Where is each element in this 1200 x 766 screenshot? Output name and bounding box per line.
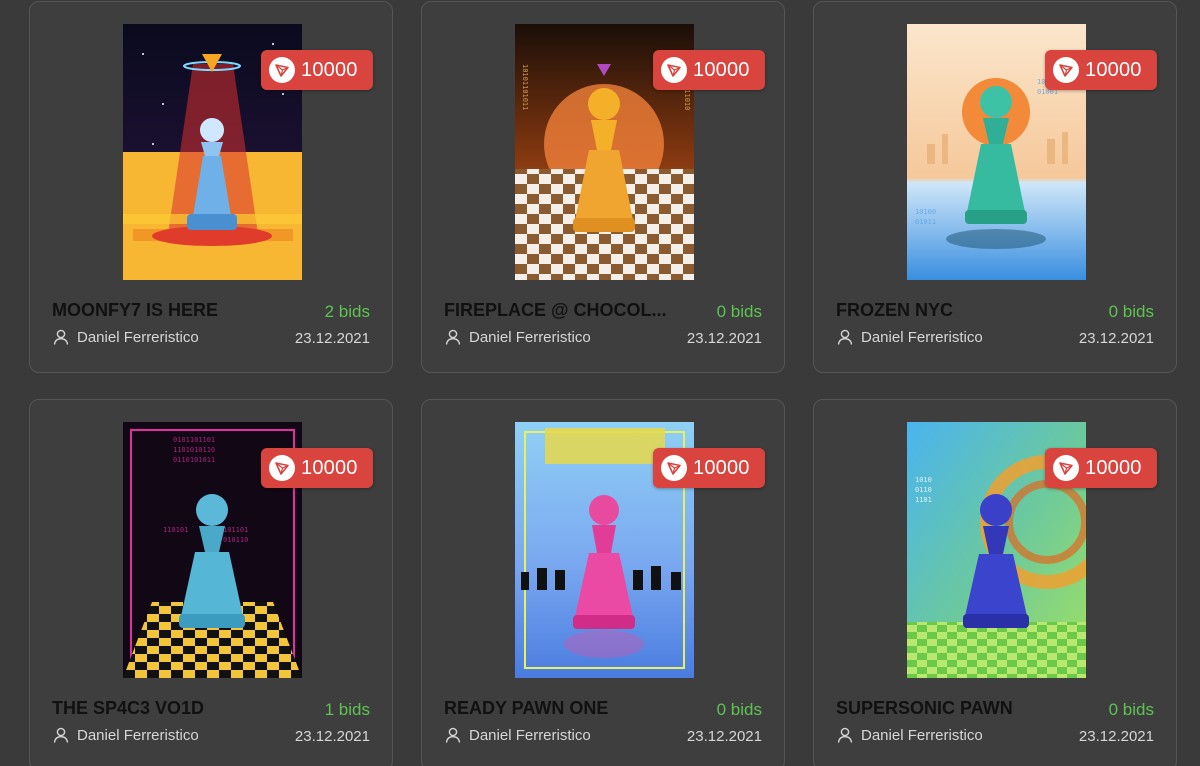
nft-card[interactable]: 1010 0110 1101 10000 SUPERSONIC PAWN 0 bid… [813,399,1177,766]
user-icon [53,329,69,345]
owner[interactable]: Daniel Ferreristico [52,328,199,346]
bids-count: 2 bids [324,302,370,321]
price-badge: 10000 [653,50,765,90]
svg-text:10101101011: 10101101011 [521,64,529,110]
bids-count: 0 bids [1108,302,1154,321]
price-badge: 10000 [653,448,765,488]
nft-title[interactable]: THE SP4C3 VO1D [52,698,292,719]
bids-count: 0 bids [1108,700,1154,719]
date: 23.12.2021 [1078,728,1154,745]
user-icon [445,329,461,345]
user-icon [837,329,853,345]
svg-text:010110: 010110 [223,536,248,544]
owner[interactable]: Daniel Ferreristico [52,726,199,744]
price-value: 10000 [693,456,750,479]
owner-name: Daniel Ferreristico [469,726,591,744]
bids-count: 0 bids [716,700,762,719]
date: 23.12.2021 [1078,330,1154,347]
nft-title[interactable]: READY PAWN ONE [444,698,684,719]
tron-icon [269,57,295,83]
price-badge: 10000 [261,448,373,488]
price-value: 10000 [301,456,358,479]
owner-name: Daniel Ferreristico [77,328,199,346]
bids-count: 1 bids [324,700,370,719]
tron-icon [1053,455,1079,481]
owner-name: Daniel Ferreristico [77,726,199,744]
owner-name: Daniel Ferreristico [861,328,983,346]
owner-name: Daniel Ferreristico [469,328,591,346]
nft-grid: 10000 MOONFY7 IS HERE 2 bids Daniel Ferr… [0,0,1200,766]
nft-title[interactable]: FROZEN NYC [836,300,1076,321]
owner[interactable]: Daniel Ferreristico [444,726,591,744]
nft-card[interactable]: 10000 READY PAWN ONE 0 bids Daniel Ferre… [421,399,785,766]
price-badge: 10000 [1045,448,1157,488]
price-value: 10000 [693,58,750,81]
svg-text:101101: 101101 [223,526,248,534]
svg-text:0110: 0110 [915,486,932,494]
nft-title[interactable]: MOONFY7 IS HERE [52,300,292,321]
nft-card[interactable]: 1010001011 1011001001 10000 FROZEN NYC 0… [813,1,1177,373]
owner[interactable]: Daniel Ferreristico [836,726,983,744]
price-value: 10000 [1085,456,1142,479]
nft-card[interactable]: 10101101011 01101011010 10000 FIREPLACE … [421,1,785,373]
nft-title[interactable]: FIREPLACE @ CHOCOL... [444,300,684,321]
nft-card[interactable]: 10000 MOONFY7 IS HERE 2 bids Daniel Ferr… [29,1,393,373]
date: 23.12.2021 [294,330,370,347]
svg-text:1010: 1010 [915,476,932,484]
price-badge: 10000 [1045,50,1157,90]
svg-text:01011: 01011 [915,218,936,226]
owner[interactable]: Daniel Ferreristico [836,328,983,346]
tron-icon [661,455,687,481]
svg-text:0110101011: 0110101011 [173,456,215,464]
owner[interactable]: Daniel Ferreristico [444,328,591,346]
tron-icon [1053,57,1079,83]
svg-text:1101010110: 1101010110 [173,446,215,454]
user-icon [445,727,461,743]
owner-name: Daniel Ferreristico [861,726,983,744]
svg-text:10100: 10100 [915,208,936,216]
svg-text:0101101101: 0101101101 [173,436,215,444]
date: 23.12.2021 [294,728,370,745]
svg-text:110101: 110101 [163,526,188,534]
price-value: 10000 [301,58,358,81]
date: 23.12.2021 [686,330,762,347]
price-badge: 10000 [261,50,373,90]
date: 23.12.2021 [686,728,762,745]
user-icon [837,727,853,743]
tron-icon [661,57,687,83]
tron-icon [269,455,295,481]
nft-card[interactable]: 0101101101 1101010110 0110101011 101101 01… [29,399,393,766]
nft-title[interactable]: SUPERSONIC PAWN [836,698,1076,719]
user-icon [53,727,69,743]
price-value: 10000 [1085,58,1142,81]
bids-count: 0 bids [716,302,762,321]
svg-text:1101: 1101 [915,496,932,504]
